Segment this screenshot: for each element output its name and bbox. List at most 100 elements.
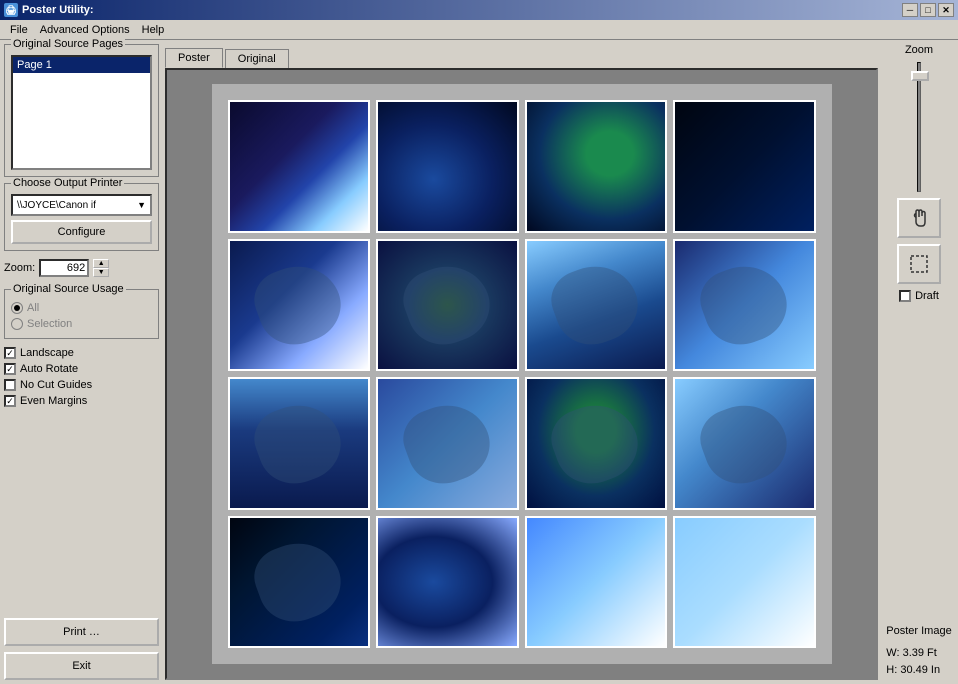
selection-tool-button[interactable]	[897, 244, 941, 284]
poster-cell-1	[228, 100, 371, 233]
center-area: Poster Original	[165, 44, 878, 680]
zoom-row: Zoom: ▲ ▼	[4, 257, 159, 279]
selection-icon	[907, 252, 931, 276]
printer-select[interactable]: \\JOYCE\Canon if ▼	[11, 194, 152, 216]
maximize-button[interactable]: □	[920, 3, 936, 17]
poster-cell-9	[228, 377, 371, 510]
even-margins-label: Even Margins	[20, 395, 87, 407]
zoom-slider-thumb[interactable]	[911, 71, 929, 81]
page-list[interactable]: Page 1	[11, 55, 152, 170]
radio-all[interactable]	[11, 302, 23, 314]
bottom-buttons: Print … Exit	[4, 618, 159, 680]
minimize-button[interactable]: ─	[902, 3, 918, 17]
zoom-spinner[interactable]: ▲ ▼	[93, 259, 109, 277]
poster-cell-11	[525, 377, 668, 510]
right-zoom-label: Zoom	[905, 44, 933, 56]
page-list-item[interactable]: Page 1	[13, 57, 150, 73]
auto-rotate-label: Auto Rotate	[20, 363, 78, 375]
print-button[interactable]: Print …	[4, 618, 159, 646]
menu-help[interactable]: Help	[136, 22, 171, 38]
poster-cell-15	[525, 516, 668, 649]
poster-image-label: Poster Image	[886, 623, 951, 641]
menu-file[interactable]: File	[4, 22, 34, 38]
draft-row: Draft	[899, 290, 939, 302]
exit-button[interactable]: Exit	[4, 652, 159, 680]
draft-checkbox[interactable]	[899, 290, 911, 302]
radio-selection-row: Selection	[11, 316, 152, 332]
poster-cell-16	[673, 516, 816, 649]
dolphin-overlay-9	[247, 393, 351, 494]
title-buttons[interactable]: ─ □ ✕	[902, 3, 954, 17]
output-printer-group: Choose Output Printer \\JOYCE\Canon if ▼…	[4, 183, 159, 251]
printer-value: \\JOYCE\Canon if	[17, 200, 96, 211]
main-content: Original Source Pages Page 1 Choose Outp…	[0, 40, 958, 684]
poster-cell-7	[525, 239, 668, 372]
app-icon: 🖨	[4, 3, 18, 17]
no-cut-guides-checkbox[interactable]	[4, 379, 16, 391]
landscape-row: ✓ Landscape	[4, 345, 159, 361]
zoom-label: Zoom:	[4, 262, 35, 274]
window-title: Poster Utility:	[22, 4, 94, 16]
poster-inner	[212, 84, 832, 664]
poster-cell-3	[525, 100, 668, 233]
left-panel: Original Source Pages Page 1 Choose Outp…	[4, 44, 159, 680]
right-panel: Zoom Draft Poster	[884, 44, 954, 680]
poster-grid	[228, 100, 816, 648]
auto-rotate-checkbox[interactable]: ✓	[4, 363, 16, 375]
dolphin-overlay-6	[395, 254, 499, 355]
configure-button[interactable]: Configure	[11, 220, 152, 244]
dolphin-overlay-7	[544, 254, 648, 355]
dolphin-overlay-8	[692, 254, 796, 355]
source-usage-group: Original Source Usage All Selection	[4, 289, 159, 339]
radio-selection-label: Selection	[27, 318, 72, 330]
poster-cell-2	[376, 100, 519, 233]
poster-canvas	[165, 68, 878, 680]
poster-info: Poster Image W: 3.39 Ft H: 30.49 In	[886, 623, 951, 680]
no-cut-guides-row: No Cut Guides	[4, 377, 159, 393]
dolphin-overlay-11	[544, 393, 648, 494]
draft-label: Draft	[915, 290, 939, 302]
checkboxes-area: ✓ Landscape ✓ Auto Rotate No Cut Guides …	[4, 345, 159, 409]
source-pages-title: Original Source Pages	[11, 38, 125, 50]
dolphin-overlay-12	[692, 393, 796, 494]
landscape-checkbox[interactable]: ✓	[4, 347, 16, 359]
poster-cell-13	[228, 516, 371, 649]
poster-cell-5	[228, 239, 371, 372]
landscape-label: Landscape	[20, 347, 74, 359]
auto-rotate-row: ✓ Auto Rotate	[4, 361, 159, 377]
radio-selection[interactable]	[11, 318, 23, 330]
poster-cell-14	[376, 516, 519, 649]
poster-height: H: 30.49 In	[886, 662, 951, 680]
zoom-input[interactable]	[39, 259, 89, 277]
even-margins-row: ✓ Even Margins	[4, 393, 159, 409]
output-printer-title: Choose Output Printer	[11, 177, 124, 189]
no-cut-guides-label: No Cut Guides	[20, 379, 92, 391]
hand-tool-button[interactable]	[897, 198, 941, 238]
source-pages-group: Original Source Pages Page 1	[4, 44, 159, 177]
even-margins-checkbox[interactable]: ✓	[4, 395, 16, 407]
radio-all-row: All	[11, 300, 152, 316]
poster-cell-12	[673, 377, 816, 510]
tab-bar: Poster Original	[165, 44, 878, 68]
radio-all-label: All	[27, 302, 39, 314]
menu-advanced-options[interactable]: Advanced Options	[34, 22, 136, 38]
printer-dropdown-arrow[interactable]: ▼	[137, 200, 146, 210]
zoom-slider-track[interactable]	[917, 62, 921, 192]
dolphin-overlay-10	[395, 393, 499, 494]
close-button[interactable]: ✕	[938, 3, 954, 17]
menu-bar: File Advanced Options Help	[0, 20, 958, 40]
poster-cell-8	[673, 239, 816, 372]
source-usage-title: Original Source Usage	[11, 283, 126, 295]
title-bar-left: 🖨 Poster Utility:	[4, 3, 94, 17]
poster-cell-4	[673, 100, 816, 233]
tab-original[interactable]: Original	[225, 49, 289, 68]
poster-cell-10	[376, 377, 519, 510]
zoom-down-button[interactable]: ▼	[93, 268, 109, 277]
dolphin-overlay-13	[247, 531, 351, 632]
poster-cell-6	[376, 239, 519, 372]
tab-poster[interactable]: Poster	[165, 48, 223, 68]
title-bar: 🖨 Poster Utility: ─ □ ✕	[0, 0, 958, 20]
hand-icon	[907, 206, 931, 230]
zoom-up-button[interactable]: ▲	[93, 259, 109, 268]
poster-width: W: 3.39 Ft	[886, 645, 951, 663]
